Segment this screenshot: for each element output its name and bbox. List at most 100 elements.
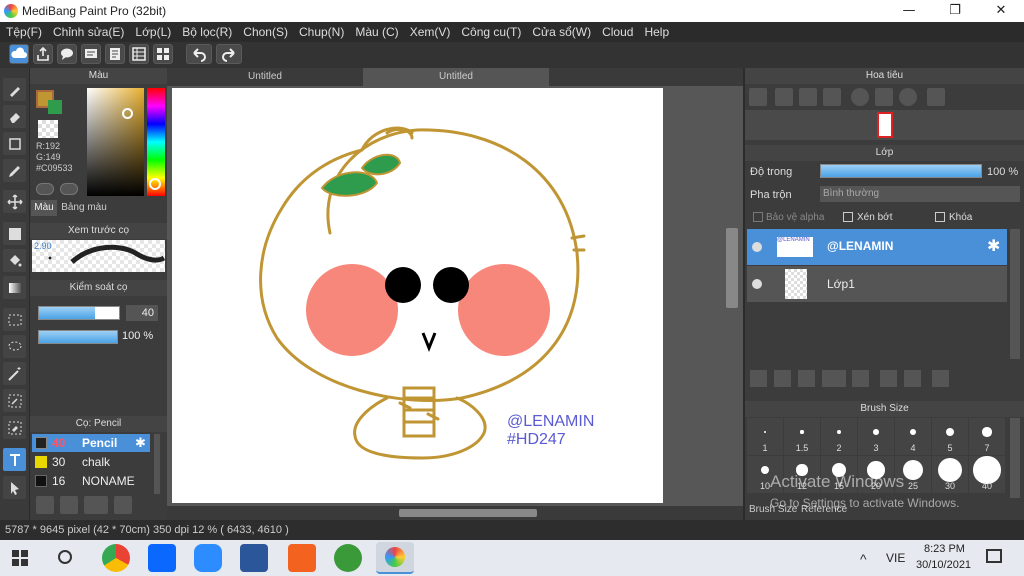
fill-rect-icon[interactable] (3, 222, 26, 245)
maximize-button[interactable]: ❐ (932, 0, 978, 22)
cloud-icon[interactable] (9, 44, 29, 64)
swap-colors-icon[interactable] (60, 183, 78, 195)
brush-item-pencil[interactable]: 40 Pencil ✱ (32, 434, 150, 452)
menu-cloud[interactable]: Cloud (602, 25, 633, 39)
zalo-icon[interactable] (148, 544, 176, 572)
new-brush-icon[interactable] (60, 496, 78, 514)
windows-start-icon[interactable] (12, 550, 28, 566)
tab-color[interactable]: Màu (31, 200, 57, 216)
bucket-icon[interactable] (3, 249, 26, 272)
brush-size-cell[interactable]: 5 (932, 418, 968, 455)
rotate-left-icon[interactable] (851, 88, 869, 106)
document-icon[interactable] (105, 44, 125, 64)
brush-size-cell[interactable]: 1 (747, 418, 783, 455)
drawing-canvas[interactable]: @LENAMIN #HD247 (172, 88, 663, 503)
secondary-color-swatch[interactable] (48, 100, 62, 114)
menu-edit[interactable]: Chỉnh sửa(E) (53, 25, 124, 39)
visibility-icon[interactable] (752, 242, 762, 252)
brush-list-scrollbar[interactable] (154, 434, 160, 494)
notification-icon[interactable] (986, 549, 1002, 563)
lasso-icon[interactable] (3, 335, 26, 358)
layer-scrollbar[interactable] (1010, 229, 1020, 359)
saturation-picker[interactable] (87, 88, 144, 196)
chrome-icon[interactable] (102, 544, 130, 572)
navigator-preview[interactable] (745, 110, 1024, 140)
language-indicator[interactable]: VIE (886, 551, 905, 565)
select-pen-icon[interactable] (3, 389, 26, 412)
layer-row-lop1[interactable]: Lớp1 (747, 266, 1007, 302)
text-icon[interactable] (3, 448, 26, 471)
lock-checkbox[interactable] (935, 212, 945, 222)
fit-icon[interactable] (799, 88, 817, 106)
eyedropper-icon[interactable] (36, 183, 54, 195)
brush-size-cell[interactable]: 4 (895, 418, 931, 455)
move-icon[interactable] (3, 190, 26, 213)
brush-size-cell[interactable]: 1.5 (784, 418, 820, 455)
brush-size-cell[interactable]: 40 (969, 456, 1005, 493)
undo-icon[interactable] (186, 44, 212, 64)
gradient-icon[interactable] (3, 276, 26, 299)
medibang-taskbar-item[interactable] (376, 542, 414, 574)
menu-help[interactable]: Help (644, 25, 669, 39)
fit-screen-icon[interactable] (875, 88, 893, 106)
brush-size-slider[interactable] (38, 306, 120, 320)
menu-file[interactable]: Tệp(F) (6, 25, 42, 39)
visibility-icon[interactable] (752, 279, 762, 289)
add-brush-icon[interactable] (36, 496, 54, 514)
brush-settings-icon[interactable] (114, 496, 132, 514)
grid-icon[interactable] (129, 44, 149, 64)
select-rect-icon[interactable] (3, 308, 26, 331)
zoom-in-2-icon[interactable] (775, 88, 793, 106)
search-icon[interactable] (58, 550, 72, 564)
add-layer-menu-icon[interactable] (822, 370, 846, 387)
canvas-vscroll[interactable] (726, 228, 738, 308)
blend-select[interactable]: Bình thường (820, 186, 1020, 202)
menu-select[interactable]: Chon(S) (243, 25, 288, 39)
menu-tool[interactable]: Công cu(T) (461, 25, 521, 39)
pen-icon[interactable] (3, 159, 26, 182)
duplicate-icon[interactable] (880, 370, 897, 387)
brush-item-chalk[interactable]: 30 chalk (32, 453, 150, 471)
trash-icon[interactable] (932, 370, 949, 387)
redo-icon[interactable] (216, 44, 242, 64)
transparent-swatch[interactable] (38, 120, 58, 138)
clock-date[interactable]: 30/10/2021 (916, 559, 971, 571)
menu-filter[interactable]: Bộ lọc(R) (182, 25, 232, 39)
brush-menu-icon[interactable] (84, 496, 108, 514)
menu-color[interactable]: Màu (C) (355, 25, 398, 39)
layer-opacity-slider[interactable] (820, 164, 982, 178)
tab-untitled-2[interactable]: Untitled (363, 68, 549, 86)
gear-icon[interactable]: ✱ (135, 435, 146, 451)
zoom-out-icon[interactable] (823, 88, 841, 106)
new-1bit-layer-icon[interactable] (798, 370, 815, 387)
tab-palette[interactable]: Bảng màu (59, 200, 109, 216)
protect-alpha-checkbox[interactable] (753, 212, 763, 222)
clock-time[interactable]: 8:23 PM (924, 543, 965, 555)
clip-checkbox[interactable] (843, 212, 853, 222)
operation-icon[interactable] (3, 476, 26, 499)
canvas-hscroll[interactable] (399, 509, 537, 517)
pdf-icon[interactable] (288, 544, 316, 572)
brush-size-cell[interactable]: 2 (821, 418, 857, 455)
flip-icon[interactable] (927, 88, 945, 106)
tab-untitled-1[interactable]: Untitled (167, 68, 363, 86)
menu-window[interactable]: Cửa sổ(W) (532, 25, 591, 39)
select-eraser-icon[interactable] (3, 416, 26, 439)
brush-size-value[interactable]: 40 (126, 305, 158, 321)
comment-icon[interactable] (57, 44, 77, 64)
layout-icon[interactable] (153, 44, 173, 64)
folder-icon[interactable] (852, 370, 869, 387)
brush-size-cell[interactable]: 3 (858, 418, 894, 455)
new-layer-icon[interactable] (750, 370, 767, 387)
brush-item-noname[interactable]: 16 NONAME (32, 472, 150, 490)
layer-row-lenamin[interactable]: @LENAMIN @LENAMIN ✱ (747, 229, 1007, 265)
brush-icon[interactable] (3, 78, 26, 101)
rectangle-icon[interactable] (3, 132, 26, 155)
merge-icon[interactable] (904, 370, 921, 387)
magic-wand-icon[interactable] (3, 362, 26, 385)
new-8bit-layer-icon[interactable] (774, 370, 791, 387)
brush-opacity-slider[interactable] (38, 330, 118, 344)
menu-view[interactable]: Xem(V) (410, 25, 451, 39)
menu-layer[interactable]: Lớp(L) (135, 25, 171, 39)
navigator-viewport[interactable] (877, 112, 893, 138)
